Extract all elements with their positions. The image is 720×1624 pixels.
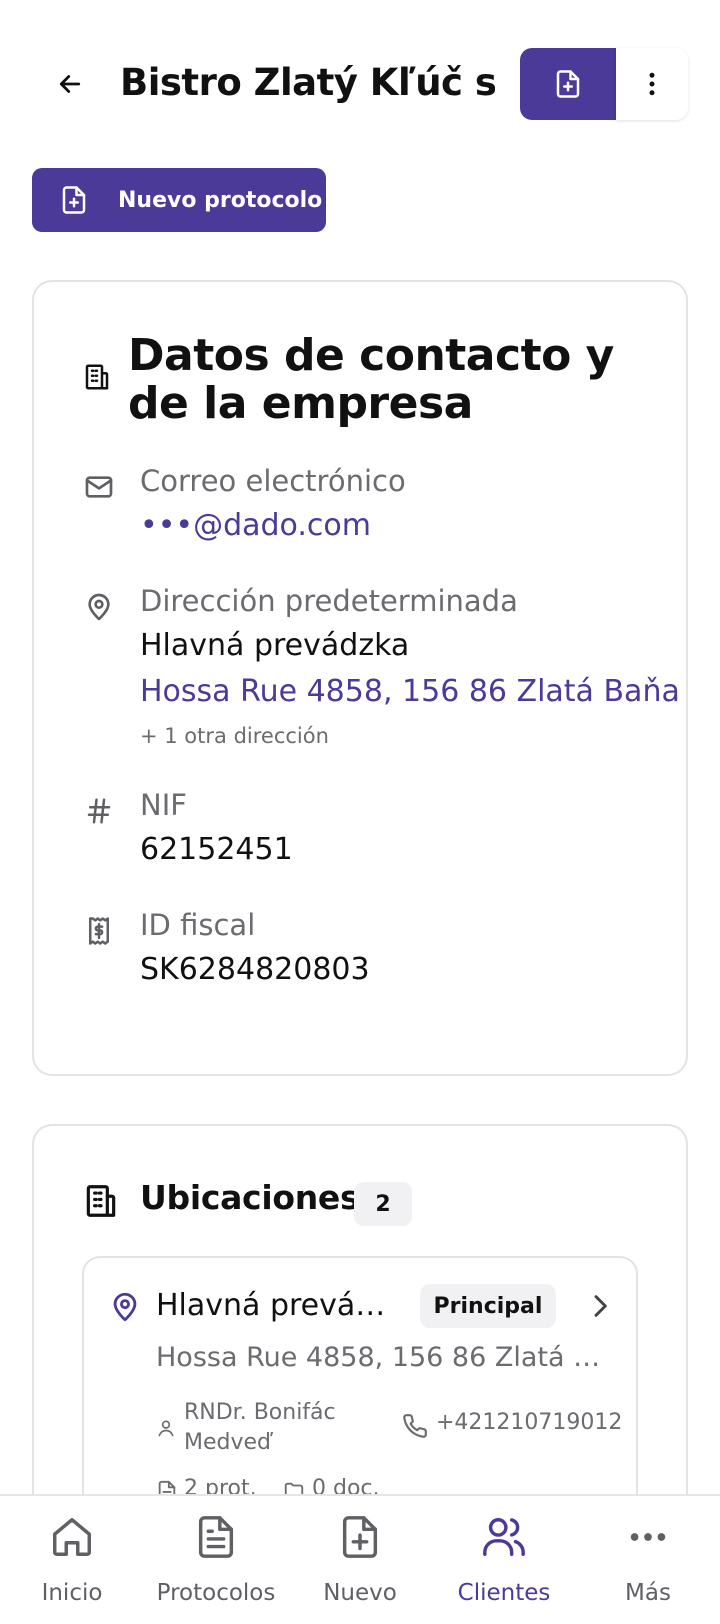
- nav-label: Más: [625, 1580, 671, 1606]
- document-icon: [198, 1516, 234, 1558]
- user-icon: [158, 1420, 174, 1437]
- tax-id-label: ID fiscal: [140, 908, 256, 942]
- nav-label: Nuevo: [323, 1580, 397, 1606]
- file-plus-icon: [56, 182, 92, 218]
- chevron-right-icon[interactable]: [584, 1290, 616, 1322]
- more-options-button[interactable]: [616, 48, 688, 120]
- location-phone[interactable]: +421210719012: [436, 1410, 622, 1435]
- phone-icon: [403, 1414, 427, 1438]
- principal-badge: Principal: [420, 1284, 556, 1328]
- bottom-navigation: Inicio Protocolos Nuevo Clientes Más: [0, 1494, 720, 1624]
- buildings-icon: [82, 1182, 120, 1220]
- new-protocol-header-button[interactable]: [520, 48, 616, 120]
- email-value[interactable]: •••@dado.com: [140, 508, 371, 543]
- address-name: Hlavná prevádzka: [140, 628, 410, 663]
- email-label: Correo electrónico: [140, 464, 406, 498]
- building-icon: [82, 362, 116, 396]
- tax-id-value: SK6284820803: [140, 952, 370, 987]
- file-plus-icon: [342, 1516, 378, 1558]
- nav-item-inicio[interactable]: Inicio: [0, 1496, 144, 1624]
- nav-label: Inicio: [41, 1580, 103, 1606]
- address-label: Dirección predeterminada: [140, 584, 518, 618]
- back-button[interactable]: [50, 64, 90, 104]
- locations-title: Ubicaciones: [140, 1178, 360, 1217]
- location-address: Hossa Rue 4858, 156 86 Zlatá Baňa: [156, 1342, 606, 1373]
- new-protocol-label: Nuevo protocolo: [118, 187, 323, 213]
- home-icon: [53, 1518, 91, 1556]
- nav-label: Protocolos: [156, 1580, 276, 1606]
- more-horizontal-icon: [630, 1533, 666, 1541]
- location-contact: RNDr. Bonifác Medveď: [184, 1400, 336, 1455]
- page-title: Bistro Zlatý Kľúč s....: [120, 61, 495, 104]
- users-icon: [483, 1518, 525, 1556]
- hash-icon: [82, 794, 116, 828]
- nav-label: Clientes: [457, 1580, 551, 1606]
- map-pin-icon: [82, 590, 116, 624]
- receipt-icon: [82, 914, 116, 948]
- nav-item-clientes[interactable]: Clientes: [432, 1496, 576, 1624]
- top-app-bar: Bistro Zlatý Kľúč s....: [0, 40, 720, 128]
- nav-item-mas[interactable]: Más: [576, 1496, 720, 1624]
- nav-item-protocolos[interactable]: Protocolos: [144, 1496, 288, 1624]
- more-addresses-link[interactable]: + 1 otra dirección: [140, 724, 329, 748]
- mail-icon: [82, 470, 116, 504]
- new-protocol-button[interactable]: Nuevo protocolo: [32, 168, 326, 232]
- address-value[interactable]: Hossa Rue 4858, 156 86 Zlatá Baňa: [140, 674, 680, 709]
- more-vertical-icon: [649, 72, 655, 96]
- nif-value: 62152451: [140, 832, 293, 867]
- nav-item-nuevo[interactable]: Nuevo: [288, 1496, 432, 1624]
- nif-label: NIF: [140, 788, 187, 822]
- card-title: Datos de contacto y de la empresa: [128, 330, 614, 429]
- location-name: Hlavná prevádzka: [156, 1288, 396, 1323]
- file-plus-icon: [556, 70, 580, 98]
- contact-details-card: Datos de contacto y de la empresa Correo…: [32, 280, 688, 1076]
- arrow-left-icon: [59, 75, 81, 93]
- map-pin-icon: [113, 1292, 137, 1322]
- locations-count-badge: 2: [354, 1182, 412, 1226]
